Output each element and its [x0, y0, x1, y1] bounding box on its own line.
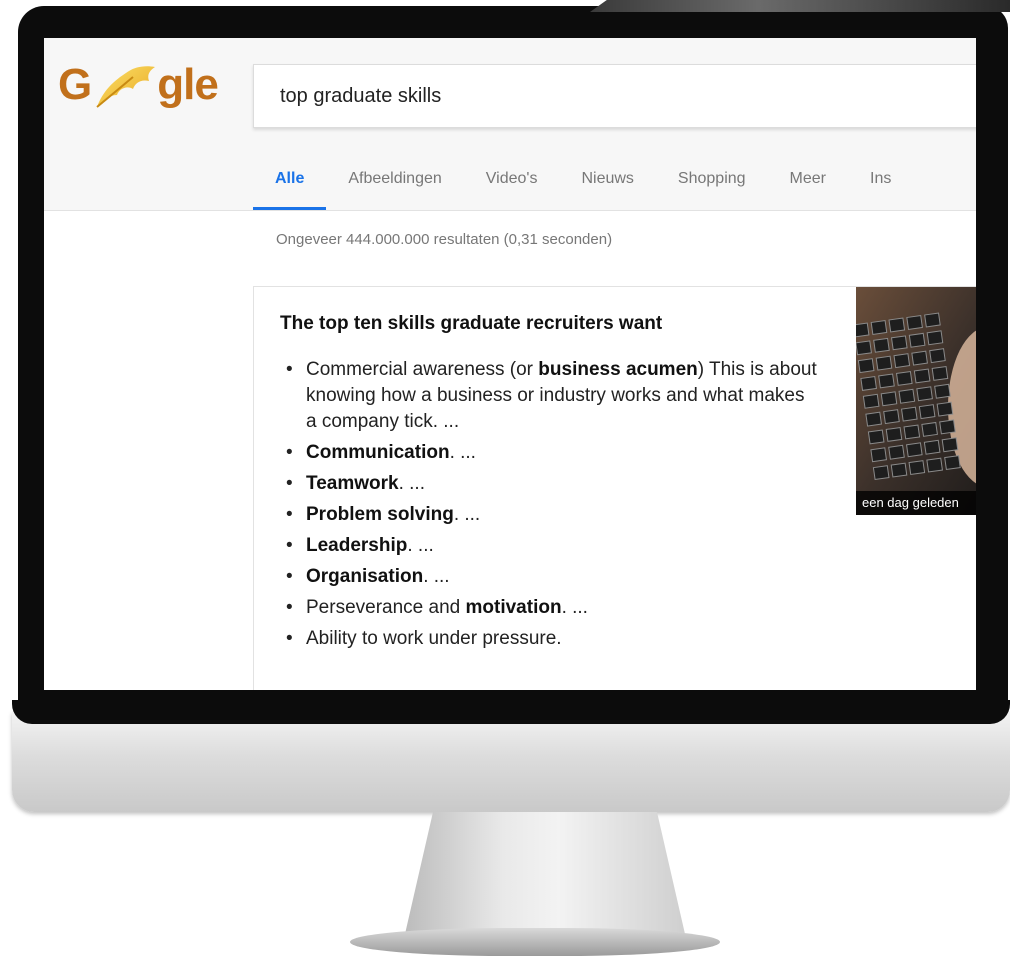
bullet-icon: • [286, 628, 293, 649]
list-item: • Teamwork. ... [280, 471, 820, 497]
tab-afbeeldingen[interactable]: Afbeeldingen [326, 160, 463, 210]
item-keyword: Leadership [306, 535, 408, 556]
item-keyword: Teamwork [306, 473, 399, 494]
item-keyword: motivation [465, 597, 562, 618]
bullet-icon: • [286, 473, 293, 494]
logo-suffix: gle [157, 60, 219, 109]
bullet-icon: • [286, 597, 293, 618]
item-text: Ability to work under pressure. [306, 628, 562, 649]
tab-nieuws[interactable]: Nieuws [559, 160, 655, 210]
monitor-glare [590, 0, 1010, 12]
item-text: . ... [449, 442, 476, 463]
bullet-icon: • [286, 504, 293, 525]
thumbnail-caption: een dag geleden [856, 491, 976, 515]
item-keyword: Communication [306, 442, 450, 463]
monitor-chin [12, 712, 1010, 812]
logo[interactable]: G gle [58, 60, 219, 110]
list-item: • Organisation. ... [280, 564, 820, 590]
item-text: . ... [407, 535, 434, 556]
tab-ins[interactable]: Ins [848, 160, 913, 210]
monitor-bezel-bottom [12, 700, 1010, 724]
list-item: • Communication. ... [280, 440, 820, 466]
list-item: • Problem solving. ... [280, 502, 820, 528]
list-item: • Ability to work under pressure. [280, 626, 820, 652]
search-box[interactable] [253, 64, 976, 128]
snippet-list: • Commercial awareness (or business acume… [280, 357, 820, 657]
monitor-stand-base [350, 928, 720, 956]
list-item: • Leadership. ... [280, 533, 820, 559]
item-text: . ... [398, 473, 425, 494]
search-header: G gle Alle Afbeeldingen Video's Nieuws [44, 38, 976, 211]
tab-alle[interactable]: Alle [253, 160, 327, 210]
list-item: • Perseverance and motivation. ... [280, 595, 820, 621]
ginkgo-leaf-icon [96, 66, 156, 108]
monitor-stand [405, 812, 685, 934]
item-text: Commercial awareness (or [306, 359, 539, 380]
bullet-icon: • [286, 442, 293, 463]
item-text: Perseverance and [306, 597, 466, 618]
list-item: • Commercial awareness (or business acume… [280, 357, 820, 435]
item-keyword: business acumen [538, 359, 698, 380]
item-text: . ... [453, 504, 481, 525]
item-text: . ... [423, 566, 450, 587]
result-stats: Ongeveer 444.000.000 resultaten (0,31 se… [276, 231, 613, 248]
tab-shopping[interactable]: Shopping [656, 160, 768, 210]
laptop-keyboard-image [856, 287, 976, 515]
tab-videos[interactable]: Video's [464, 160, 560, 210]
bullet-icon: • [286, 535, 293, 556]
item-keyword: Organisation [306, 566, 424, 587]
snippet-title[interactable]: The top ten skills graduate recruiters w… [280, 313, 662, 335]
bullet-icon: • [286, 566, 293, 587]
screen: G gle Alle Afbeeldingen Video's Nieuws [44, 38, 976, 690]
bullet-icon: • [286, 359, 293, 380]
featured-snippet: The top ten skills graduate recruiters w… [253, 286, 976, 690]
logo-prefix: G [58, 60, 92, 109]
item-text: . ... [561, 597, 588, 618]
item-keyword: Problem solving [306, 504, 454, 525]
search-tabs: Alle Afbeeldingen Video's Nieuws Shoppin… [253, 160, 913, 210]
search-input[interactable] [278, 79, 932, 113]
tab-meer[interactable]: Meer [768, 160, 848, 210]
snippet-thumbnail[interactable]: een dag geleden [856, 287, 976, 515]
